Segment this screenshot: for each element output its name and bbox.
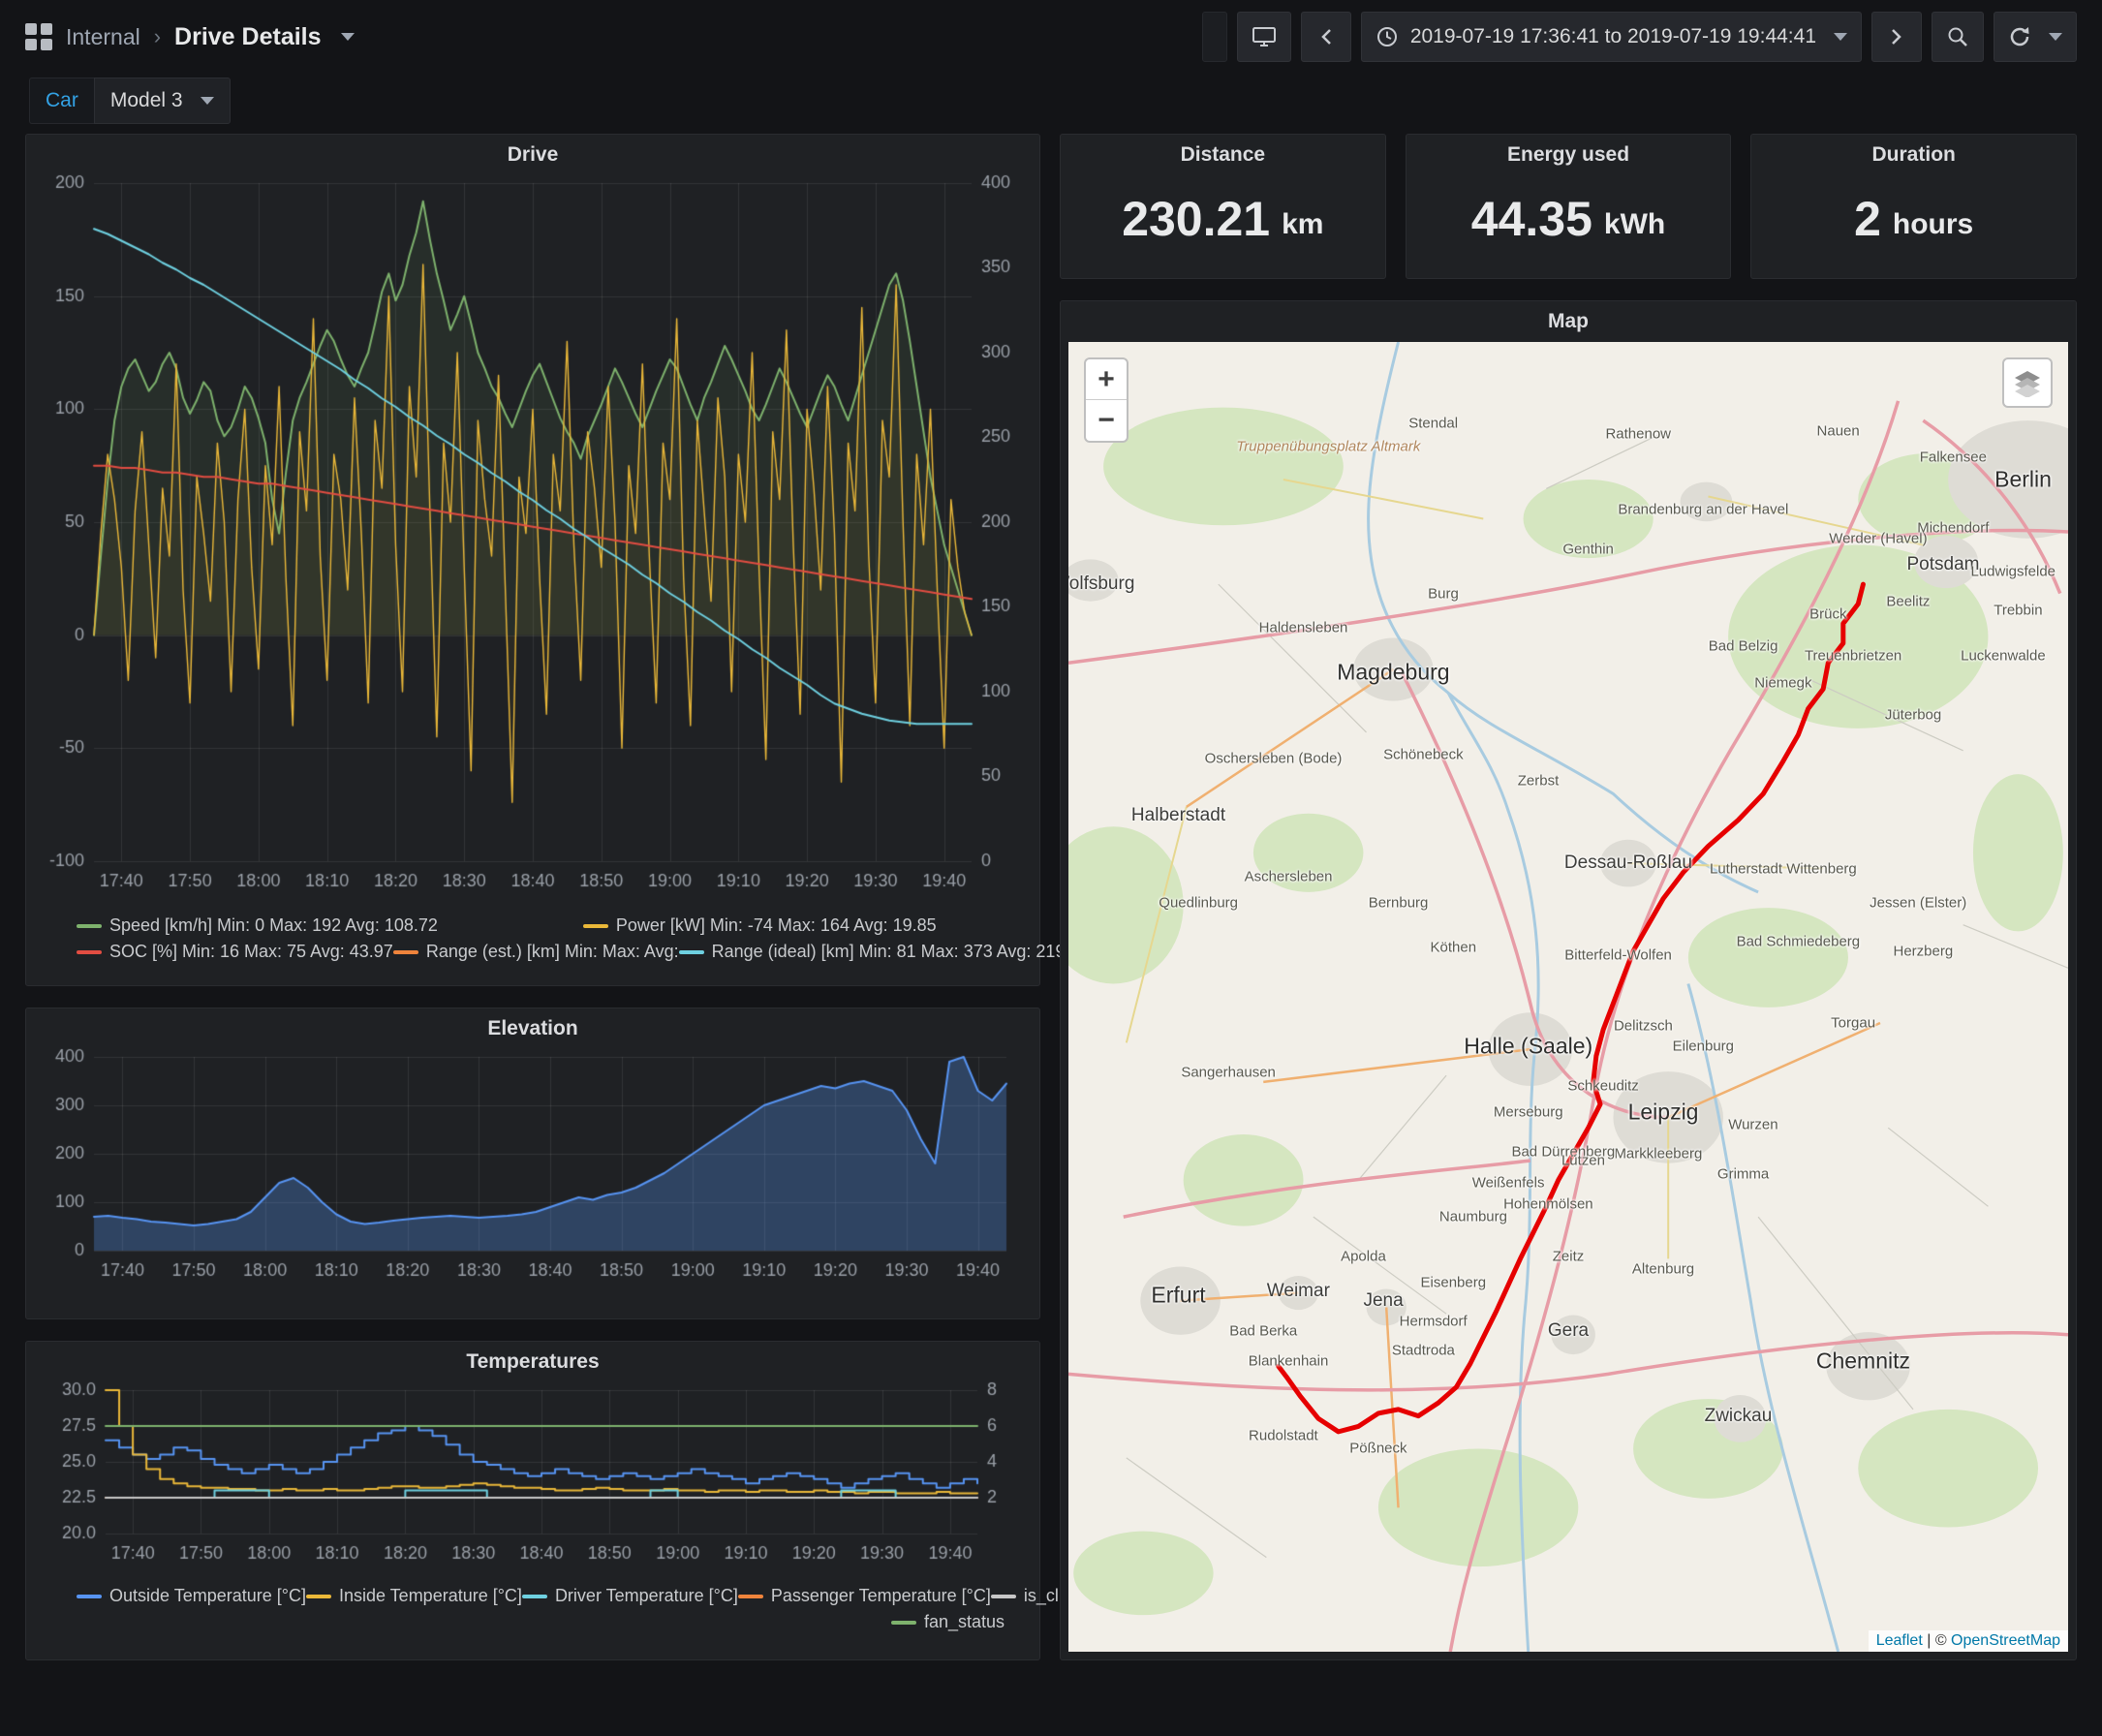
energy-stat-unit: kWh	[1603, 208, 1666, 240]
legend-item[interactable]: fan_status	[890, 1612, 1005, 1632]
energy-stat-value: 44.35	[1470, 192, 1592, 246]
temperatures-panel: Temperatures Outside Temperature [°C] Ins…	[25, 1341, 1130, 1660]
elevation-chart-canvas[interactable]	[34, 1043, 1032, 1293]
time-back-button[interactable]	[1300, 12, 1351, 62]
legend-label: fan_status	[923, 1612, 1005, 1631]
legend-label: Outside Temperature [°C]	[109, 1586, 306, 1605]
legend-label: Range (est.) [km] Min: Max: Avg:	[425, 942, 679, 961]
legend-item[interactable]: Power [kW] Min: -74 Max: 164 Avg: 19.85	[582, 915, 937, 936]
map-base-tiles	[1068, 342, 2068, 1652]
attribution-separator: | ©	[1922, 1632, 1952, 1649]
legend-color-key	[305, 1594, 331, 1598]
legend-item[interactable]: SOC [%] Min: 16 Max: 75 Avg: 43.97	[77, 942, 393, 962]
legend-item[interactable]: Driver Temperature [°C]	[521, 1586, 738, 1606]
temperatures-legend: Outside Temperature [°C] Inside Temperatu…	[26, 1576, 1130, 1640]
legend-color-key	[77, 1594, 102, 1598]
legend-item[interactable]: Inside Temperature [°C]	[305, 1586, 522, 1606]
zoom-out-button[interactable]: −	[1086, 400, 1127, 441]
monitor-icon	[1252, 27, 1276, 46]
breadcrumb-separator: ›	[153, 24, 162, 48]
apps-grid-icon[interactable]	[25, 23, 52, 50]
legend-label: Power [kW] Min: -74 Max: 164 Avg: 19.85	[615, 915, 937, 935]
legend-item[interactable]: Speed [km/h] Min: 0 Max: 192 Avg: 108.72	[77, 915, 438, 936]
legend-item[interactable]: Outside Temperature [°C]	[77, 1586, 306, 1606]
chevron-left-icon	[1321, 29, 1331, 45]
energy-stat-panel: Energy used 44.35 kWh	[1405, 134, 1732, 279]
elevation-panel-title[interactable]: Elevation	[26, 1008, 1039, 1043]
zoom-in-button[interactable]: +	[1086, 359, 1127, 400]
legend-color-key	[737, 1594, 763, 1598]
chevron-down-icon[interactable]	[340, 33, 355, 41]
distance-stat-value: 230.21	[1122, 192, 1271, 246]
legend-label: Range (ideal) [km] Min: 81 Max: 373 Avg:…	[711, 942, 1066, 961]
elevation-panel: Elevation	[25, 1008, 1040, 1319]
drive-panel-title[interactable]: Drive	[26, 135, 1039, 170]
clock-icon	[1376, 27, 1397, 46]
navbar: Internal › Drive Details 2019-07-19 17:3…	[0, 0, 2102, 74]
legend-label: Inside Temperature [°C]	[338, 1586, 522, 1605]
distance-stat-title[interactable]: Distance	[1061, 135, 1385, 170]
drive-chart-canvas[interactable]	[34, 170, 1032, 906]
chevron-down-icon	[1834, 33, 1847, 41]
legend-color-key	[890, 1620, 916, 1625]
variable-label: Car	[29, 78, 94, 124]
legend-item[interactable]: Passenger Temperature [°C]	[737, 1586, 991, 1606]
duration-stat-value: 2	[1854, 192, 1881, 246]
duration-stat-unit: hours	[1892, 208, 1974, 240]
refresh-icon	[2010, 27, 2029, 46]
temperatures-panel-title[interactable]: Temperatures	[26, 1342, 1039, 1377]
map-layers-button[interactable]	[2002, 357, 2053, 408]
map-attribution: Leaflet | © OpenStreetMap	[1868, 1630, 2068, 1652]
legend-color-key	[392, 949, 418, 954]
legend-color-key	[990, 1594, 1016, 1598]
time-range-picker[interactable]: 2019-07-19 17:36:41 to 2019-07-19 19:44:…	[1360, 12, 1862, 62]
legend-color-key	[77, 949, 102, 954]
temperatures-chart-canvas[interactable]	[34, 1377, 1032, 1576]
tv-mode-button[interactable]	[1236, 12, 1291, 62]
drive-legend: Speed [km/h] Min: 0 Max: 192 Avg: 108.72…	[26, 906, 1065, 970]
duration-stat-panel: Duration 2 hours	[1750, 134, 2078, 279]
map-panel-title[interactable]: Map	[1061, 301, 2076, 336]
legend-item[interactable]: Range (est.) [km] Min: Max: Avg:	[392, 942, 679, 962]
map-zoom-control: + −	[1084, 357, 1128, 443]
drive-panel: Drive Speed [km/h] Min: 0 Max: 192 Avg: …	[25, 134, 1065, 986]
breadcrumb-root[interactable]: Internal	[66, 24, 140, 50]
time-range-text: 2019-07-19 17:36:41 to 2019-07-19 19:44:…	[1409, 25, 1816, 47]
legend-color-key	[582, 923, 608, 928]
chevron-down-icon	[200, 97, 214, 105]
car-variable-value: Model 3	[109, 89, 183, 111]
duration-stat-title[interactable]: Duration	[1751, 135, 2076, 170]
legend-color-key	[77, 923, 102, 928]
page-title[interactable]: Drive Details	[174, 23, 321, 51]
legend-item[interactable]: Range (ideal) [km] Min: 81 Max: 373 Avg:…	[678, 942, 1066, 962]
legend-color-key	[521, 1594, 547, 1598]
legend-color-key	[678, 949, 704, 954]
cycle-view-button[interactable]	[1201, 12, 1227, 62]
refresh-button[interactable]	[1994, 12, 2077, 62]
chevron-down-icon	[2049, 33, 2062, 41]
map-panel: Map Berlin Potsdam Werder (Havel) Michen…	[1060, 300, 2077, 1660]
time-forward-button[interactable]	[1871, 12, 1922, 62]
stats-row: Distance 230.21 km Energy used 44.35 kWh…	[1060, 134, 2078, 279]
chevron-right-icon	[1892, 29, 1901, 45]
energy-stat-title[interactable]: Energy used	[1406, 135, 1731, 170]
layers-icon	[2015, 371, 2040, 397]
legend-label: Speed [km/h] Min: 0 Max: 192 Avg: 108.72	[109, 915, 438, 935]
legend-label: SOC [%] Min: 16 Max: 75 Avg: 43.97	[109, 942, 393, 961]
car-variable-dropdown[interactable]: Model 3	[93, 78, 231, 124]
distance-stat-unit: km	[1282, 208, 1324, 240]
osm-link[interactable]: OpenStreetMap	[1951, 1632, 2060, 1649]
breadcrumb: Internal › Drive Details	[25, 23, 355, 51]
legend-label: Passenger Temperature [°C]	[770, 1586, 991, 1605]
map-canvas[interactable]: Berlin Potsdam Werder (Havel) Michendorf Bee…	[1068, 342, 2068, 1652]
magnifier-icon	[1948, 27, 1967, 46]
submenu: Car Model 3	[0, 74, 2102, 128]
distance-stat-panel: Distance 230.21 km	[1060, 134, 1386, 279]
zoom-out-time-button[interactable]	[1932, 12, 1984, 62]
leaflet-link[interactable]: Leaflet	[1876, 1632, 1923, 1649]
legend-label: Driver Temperature [°C]	[554, 1586, 738, 1605]
